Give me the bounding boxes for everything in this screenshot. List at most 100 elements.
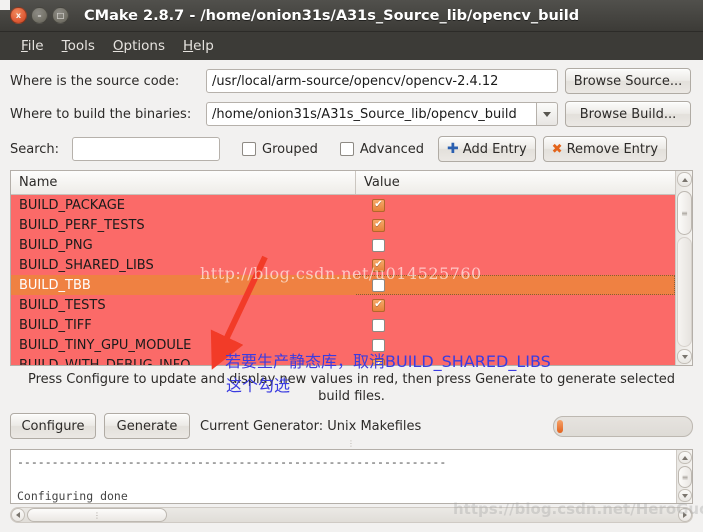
action-row: Configure Generate Current Generator: Un… <box>10 413 693 439</box>
cache-variable-value[interactable] <box>356 218 675 232</box>
cache-variable-value[interactable] <box>356 318 675 332</box>
configure-hint-text: Press Configure to update and display ne… <box>27 372 676 404</box>
table-row[interactable]: BUILD_TINY_GPU_MODULE <box>11 335 675 355</box>
table-row[interactable]: BUILD_TBB <box>11 275 675 295</box>
remove-entry-button[interactable]: ✖ Remove Entry <box>542 136 668 162</box>
cache-variable-value[interactable] <box>356 358 675 365</box>
cache-variable-name: BUILD_PNG <box>19 237 93 253</box>
checkbox-unchecked-icon[interactable] <box>372 338 385 352</box>
cache-variable-name: BUILD_TESTS <box>19 297 106 313</box>
x-mark-icon: ✖ <box>551 141 563 157</box>
browse-source-label: Browse Source... <box>573 73 683 89</box>
current-generator-status: Current Generator: Unix Makefiles <box>200 418 422 434</box>
advanced-checkbox-wrap[interactable]: Advanced <box>339 142 424 157</box>
configure-button[interactable]: Configure <box>10 413 96 439</box>
vertical-scrollbar-track[interactable] <box>677 237 692 347</box>
cache-variable-name: BUILD_PACKAGE <box>19 197 126 213</box>
log-scroll-up-icon[interactable] <box>678 451 692 464</box>
table-row[interactable]: BUILD_SHARED_LIBS <box>11 255 675 275</box>
cache-variable-value[interactable] <box>356 238 675 252</box>
checkbox-unchecked-icon[interactable] <box>372 278 385 292</box>
log-vertical-scrollbar[interactable]: ≡ <box>676 450 692 503</box>
window-controls: x – □ <box>10 7 69 24</box>
menu-file-rest: ile <box>27 38 44 54</box>
generate-button[interactable]: Generate <box>104 413 190 439</box>
scroll-up-icon[interactable] <box>677 172 692 187</box>
checkbox-checked-icon[interactable] <box>372 218 385 232</box>
horizontal-scrollbar-thumb[interactable]: ⋮ <box>27 508 167 522</box>
grouped-checkbox-wrap[interactable]: Grouped <box>242 142 318 157</box>
checkbox-checked-icon[interactable] <box>372 358 385 365</box>
vertical-scrollbar-thumb[interactable]: ≡ <box>677 191 692 235</box>
grouped-label: Grouped <box>262 141 318 157</box>
source-path-input[interactable]: /usr/local/arm-source/opencv/opencv-2.4.… <box>206 69 558 93</box>
checkbox-checked-icon[interactable] <box>372 198 385 212</box>
source-path-label: Where is the source code: <box>10 73 180 89</box>
log-scrollbar-thumb[interactable]: ≡ <box>678 466 692 488</box>
menu-item-help[interactable]: Help <box>174 36 223 56</box>
minimize-icon[interactable]: – <box>31 7 48 24</box>
table-row[interactable]: BUILD_PACKAGE <box>11 195 675 215</box>
menu-item-tools[interactable]: Tools <box>53 36 104 56</box>
column-header-name[interactable]: Name <box>11 171 356 194</box>
cache-variable-value[interactable] <box>356 338 675 352</box>
checkbox-checked-icon[interactable] <box>372 258 385 272</box>
browse-source-button[interactable]: Browse Source... <box>565 68 691 94</box>
table-row[interactable]: BUILD_PNG <box>11 235 675 255</box>
window-title: CMake 2.8.7 - /home/onion31s/A31s_Source… <box>84 7 580 24</box>
remove-entry-label: Remove Entry <box>566 141 659 157</box>
cache-variable-name: BUILD_TBB <box>19 277 91 293</box>
menubar: File Tools Options Help <box>0 32 703 60</box>
window-titlebar: x – □ CMake 2.8.7 - /home/onion31s/A31s_… <box>0 0 703 32</box>
cache-variable-name: BUILD_SHARED_LIBS <box>19 257 154 273</box>
cache-variable-value[interactable] <box>356 275 675 295</box>
client-area: Where is the source code: /usr/local/arm… <box>0 60 703 532</box>
menu-item-options[interactable]: Options <box>104 36 174 56</box>
cache-table-vertical-scrollbar[interactable]: ≡ <box>675 171 692 365</box>
cache-variable-name: BUILD_TINY_GPU_MODULE <box>19 337 192 353</box>
cache-variable-name: BUILD_WITH_DEBUG_INFO <box>19 357 191 366</box>
search-input[interactable] <box>72 137 220 161</box>
close-glyph: x <box>15 10 22 20</box>
table-row[interactable]: BUILD_TESTS <box>11 295 675 315</box>
cache-variable-name: BUILD_TIFF <box>19 317 92 333</box>
cache-variables-table[interactable]: Name Value BUILD_PACKAGE BUILD_PERF_TESTS… <box>10 170 693 366</box>
checkbox-unchecked-icon[interactable] <box>372 238 385 252</box>
add-entry-button[interactable]: ✚ Add Entry <box>438 136 536 162</box>
log-scroll-down-icon[interactable] <box>678 489 692 502</box>
cache-variable-value[interactable] <box>356 298 675 312</box>
chevron-down-icon[interactable] <box>536 102 558 126</box>
log-output-text: ----------------------------------------… <box>11 450 676 503</box>
plus-icon: ✚ <box>447 141 459 157</box>
scroll-right-icon[interactable] <box>678 508 692 522</box>
splitter-grip[interactable]: ⋮ <box>10 440 693 448</box>
scroll-down-icon[interactable] <box>677 349 692 364</box>
log-output-panel[interactable]: ----------------------------------------… <box>10 449 693 504</box>
table-row[interactable]: BUILD_WITH_DEBUG_INFO <box>11 355 675 365</box>
cache-variable-name: BUILD_PERF_TESTS <box>19 217 145 233</box>
table-row[interactable]: BUILD_PERF_TESTS <box>11 215 675 235</box>
advanced-checkbox[interactable] <box>339 142 354 156</box>
menu-item-file[interactable]: File <box>12 36 53 56</box>
horizontal-scrollbar[interactable]: ⋮ <box>10 507 693 523</box>
table-row[interactable]: BUILD_TIFF <box>11 315 675 335</box>
menu-options-rest: ptions <box>123 38 165 54</box>
checkbox-unchecked-icon[interactable] <box>372 318 385 332</box>
cache-table-rows: BUILD_PACKAGE BUILD_PERF_TESTS BUILD_PNG BU… <box>11 195 675 365</box>
cmake-gui-window: x – □ CMake 2.8.7 - /home/onion31s/A31s_… <box>0 0 703 532</box>
grouped-checkbox[interactable] <box>242 142 256 156</box>
maximize-icon[interactable]: □ <box>52 7 69 24</box>
configure-label: Configure <box>21 418 85 434</box>
cache-variable-value[interactable] <box>356 198 675 212</box>
browse-build-button[interactable]: Browse Build... <box>565 101 691 127</box>
column-header-value[interactable]: Value <box>356 171 675 194</box>
build-path-input[interactable]: /home/onion31s/A31s_Source_lib/opencv_bu… <box>206 102 536 126</box>
checkbox-checked-icon[interactable] <box>372 298 385 312</box>
close-icon[interactable]: x <box>10 7 27 24</box>
cache-variable-value[interactable] <box>356 258 675 272</box>
search-label: Search: <box>10 141 60 157</box>
scroll-left-icon[interactable] <box>11 508 25 522</box>
source-path-row: Where is the source code: /usr/local/arm… <box>10 68 693 94</box>
cache-table-body-wrap: Name Value BUILD_PACKAGE BUILD_PERF_TESTS… <box>11 171 675 365</box>
